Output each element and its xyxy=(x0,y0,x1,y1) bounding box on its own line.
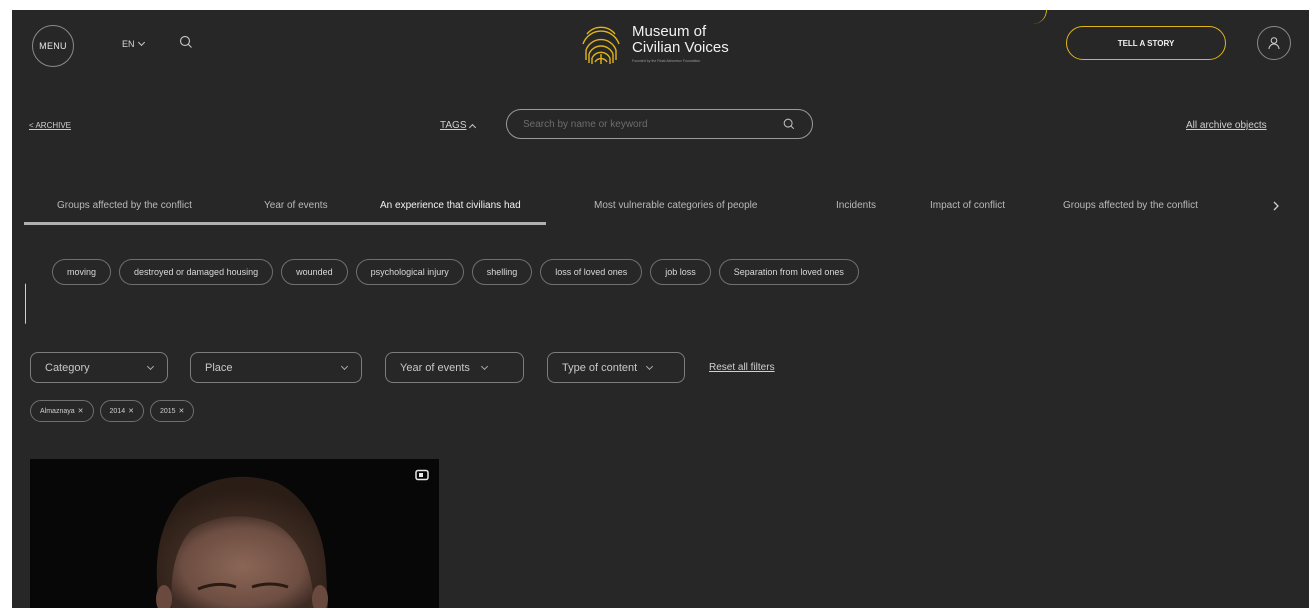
tag-category-tabs: Groups affected by the conflict Year of … xyxy=(12,200,1309,220)
content-type-filter[interactable]: Type of content xyxy=(547,352,685,383)
tag-chip[interactable]: Separation from loved ones xyxy=(718,259,859,285)
tag-chip[interactable]: psychological injury xyxy=(355,259,464,285)
tab-groups-affected[interactable]: Groups affected by the conflict xyxy=(57,200,192,211)
archive-search[interactable] xyxy=(506,109,813,139)
chevron-up-icon xyxy=(469,123,477,131)
tags-toggle[interactable]: TAGS xyxy=(440,120,477,131)
story-portrait-image xyxy=(30,459,439,608)
search-icon[interactable] xyxy=(782,117,796,131)
archive-back-link[interactable]: < ARCHIVE xyxy=(29,121,71,130)
chevron-down-icon xyxy=(480,362,488,370)
tags-label: TAGS xyxy=(440,120,467,131)
archive-card[interactable] xyxy=(30,459,439,608)
active-tab-indicator xyxy=(24,222,546,225)
selected-filter-label: Almaznaya xyxy=(40,407,75,415)
chevron-down-icon xyxy=(137,38,145,47)
tab-civilian-experience[interactable]: An experience that civilians had xyxy=(380,200,521,211)
user-icon xyxy=(1268,37,1280,50)
tag-chip[interactable]: wounded xyxy=(281,259,348,285)
page: MENU EN Museum of Civilian Voices Founde… xyxy=(12,10,1309,608)
reset-filters-link[interactable]: Reset all filters xyxy=(709,362,775,373)
tab-groups-affected-2[interactable]: Groups affected by the conflict xyxy=(1063,200,1198,211)
year-filter-label: Year of events xyxy=(400,361,470,374)
tab-incidents[interactable]: Incidents xyxy=(836,200,876,211)
category-filter-label: Category xyxy=(45,361,90,374)
place-filter[interactable]: Place xyxy=(190,352,362,383)
close-icon[interactable]: ✕ xyxy=(128,407,134,415)
tag-chip[interactable]: destroyed or damaged housing xyxy=(119,259,274,285)
language-label: EN xyxy=(122,39,135,49)
tag-chip[interactable]: moving xyxy=(52,259,112,285)
year-filter[interactable]: Year of events xyxy=(385,352,524,383)
selected-filter-chip[interactable]: 2014 ✕ xyxy=(99,400,144,422)
tab-year-of-events[interactable]: Year of events xyxy=(264,200,328,211)
selected-filter-label: 2015 xyxy=(159,407,176,415)
content-type-filter-label: Type of content xyxy=(562,361,638,374)
tell-a-story-button[interactable]: TELL A STORY xyxy=(1066,26,1226,60)
fingerprint-logo-icon xyxy=(582,26,620,64)
search-icon[interactable] xyxy=(178,34,194,50)
tag-chip[interactable]: loss of loved ones xyxy=(540,259,643,285)
logo-subtitle: Founded by the Rinat Akhmetov Foundation xyxy=(632,58,701,63)
decorative-line xyxy=(12,275,26,325)
tag-chip-list: moving destroyed or damaged housing woun… xyxy=(52,259,859,285)
logo-title-line2: Civilian Voices xyxy=(632,38,729,56)
search-input[interactable] xyxy=(523,118,782,130)
tab-impact-of-conflict[interactable]: Impact of conflict xyxy=(930,200,1005,211)
chevron-right-icon[interactable] xyxy=(1270,200,1282,212)
selected-filter-chip[interactable]: Almaznaya ✕ xyxy=(30,400,94,422)
tag-chip[interactable]: job loss xyxy=(650,259,711,285)
place-filter-label: Place xyxy=(205,361,233,374)
account-button[interactable] xyxy=(1257,26,1291,60)
museum-logo[interactable]: Museum of Civilian Voices Founded by the… xyxy=(578,20,729,66)
chevron-down-icon xyxy=(646,362,654,370)
selected-filters: Almaznaya ✕ 2014 ✕ 2015 ✕ xyxy=(30,400,195,422)
close-icon[interactable]: ✕ xyxy=(78,407,84,415)
menu-button[interactable]: MENU xyxy=(32,25,74,67)
chevron-down-icon xyxy=(340,362,349,370)
selected-filter-label: 2014 xyxy=(109,407,126,415)
logo-title-line1: Museum of xyxy=(632,22,707,40)
decorative-arc xyxy=(1029,10,1047,24)
category-filter[interactable]: Category xyxy=(30,352,168,383)
chevron-down-icon xyxy=(146,362,155,370)
tag-chip[interactable]: shelling xyxy=(471,259,533,285)
tab-vulnerable-categories[interactable]: Most vulnerable categories of people xyxy=(594,200,757,211)
close-icon[interactable]: ✕ xyxy=(179,407,185,415)
language-selector[interactable]: EN xyxy=(122,38,145,49)
video-icon xyxy=(415,469,429,481)
all-archive-objects-link[interactable]: All archive objects xyxy=(1186,120,1267,131)
selected-filter-chip[interactable]: 2015 ✕ xyxy=(149,400,195,422)
